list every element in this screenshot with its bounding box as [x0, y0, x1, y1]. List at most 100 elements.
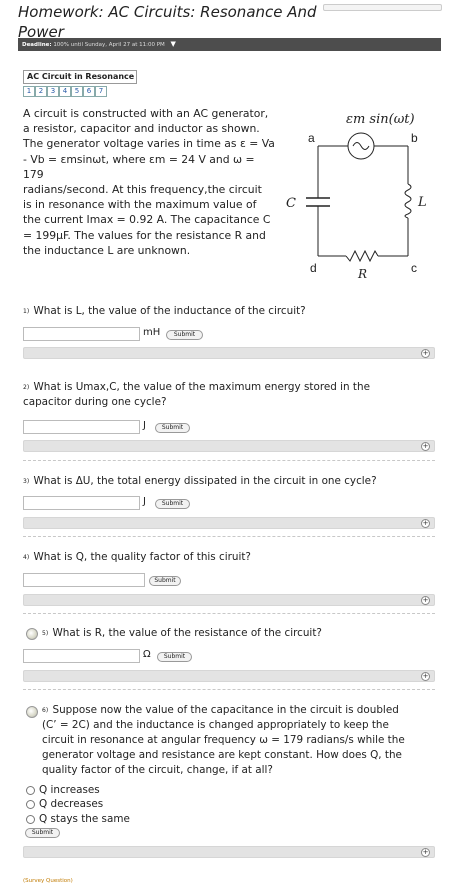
option-label: Q stays the same [39, 813, 130, 825]
page-link[interactable]: 3 [47, 86, 59, 97]
dropdown-caret-icon[interactable]: ▼ [171, 40, 176, 48]
submit-button-3[interactable]: Submit [155, 499, 190, 509]
question-1: 1) What is L, the value of the inductanc… [23, 304, 306, 319]
question-number: 5) [42, 630, 49, 637]
expand-icon[interactable]: + [421, 672, 430, 681]
expand-icon[interactable]: + [421, 596, 430, 605]
problem-line: the current Imax = 0.92 A. The capacitan… [23, 213, 271, 227]
node-a-label: a [308, 131, 315, 145]
answer-input-5[interactable] [23, 649, 140, 663]
resistor-label: R [357, 267, 367, 281]
section-divider [23, 613, 435, 614]
problem-line: radians/second. At this frequency,the ci… [23, 183, 262, 197]
radio-button[interactable] [26, 799, 35, 809]
question-text: (C’ = 2C) and the inductance is changed … [42, 719, 389, 731]
section-divider [23, 536, 435, 537]
node-c-label: c [411, 261, 417, 275]
hint-bar-4[interactable]: + [23, 594, 435, 606]
problem-line: - Vb = εmsinωt, where εm = 24 V and ω = … [23, 152, 255, 181]
hint-bar-2[interactable]: + [23, 440, 435, 452]
expand-icon[interactable]: + [421, 442, 430, 451]
question-text: capacitor during one cycle? [23, 396, 167, 408]
problem-line: = 199μF. The values for the resistance R… [23, 228, 266, 242]
expand-icon[interactable]: + [421, 519, 430, 528]
question-text: What is L, the value of the inductance o… [33, 305, 306, 317]
page-link[interactable]: 5 [71, 86, 83, 97]
question-text: Suppose now the value of the capacitance… [52, 704, 399, 716]
page-link[interactable]: 2 [35, 86, 47, 97]
submit-button-1[interactable]: Submit [166, 330, 203, 340]
page-link[interactable]: 4 [59, 86, 71, 97]
question-text: circuit in resonance at angular frequenc… [42, 734, 405, 746]
option-q-increases[interactable]: Q increases [26, 783, 100, 797]
question-text: What is Q, the quality factor of this ci… [33, 551, 251, 563]
question-2: 2) What is Umax,C, the value of the maxi… [23, 380, 370, 410]
unit-label-2: J [143, 420, 146, 431]
page-title: Homework: AC Circuits: Resonance And Pow… [18, 3, 317, 41]
option-label: Q decreases [39, 798, 104, 810]
radio-button[interactable] [26, 814, 35, 824]
capacitor-label: C [286, 196, 296, 211]
problem-statement: A circuit is constructed with an AC gene… [23, 106, 278, 258]
problem-line: A circuit is constructed with an AC gene… [23, 107, 269, 120]
hint-bar-1[interactable]: + [23, 347, 435, 359]
problem-line: The generator voltage varies in time as … [23, 137, 275, 151]
page-link[interactable]: 1 [23, 86, 35, 97]
question-number: 6) [42, 707, 49, 714]
question-text: What is ΔU, the total energy dissipated … [33, 475, 377, 487]
deadline-bar[interactable]: Deadline: 100% until Sunday, April 27 at… [18, 38, 441, 51]
question-number: 1) [23, 308, 30, 315]
hint-bar-3[interactable]: + [23, 517, 435, 529]
answer-input-2[interactable] [23, 420, 140, 434]
capacitor-icon [306, 197, 330, 207]
deadline-text: 100% until Sunday, April 27 at 11:00 PM [53, 42, 165, 48]
option-q-decreases[interactable]: Q decreases [26, 797, 103, 811]
survey-question-label: (Survey Question) [23, 878, 73, 884]
answer-input-4[interactable] [23, 573, 145, 587]
question-5: 5) What is R, the value of the resistanc… [42, 626, 322, 641]
source-label: εm sin(ωt) [346, 112, 415, 127]
option-q-stays-same[interactable]: Q stays the same [26, 812, 130, 826]
page-link[interactable]: 6 [83, 86, 95, 97]
submit-button-5[interactable]: Submit [157, 652, 192, 662]
node-b-label: b [411, 131, 418, 145]
option-label: Q increases [39, 784, 100, 796]
inductor-label: L [417, 195, 427, 210]
submit-button-6[interactable]: Submit [25, 828, 60, 838]
hint-icon [26, 628, 38, 640]
question-text: What is Umax,C, the value of the maximum… [33, 381, 370, 393]
hint-bar-5[interactable]: + [23, 670, 435, 682]
problem-line: a resistor, capacitor and inductor as sh… [23, 122, 260, 136]
inductor-icon [404, 183, 412, 219]
submit-button-2[interactable]: Submit [155, 423, 190, 433]
circuit-diagram: εm sin(ωt) a b d c C L R [286, 112, 427, 281]
question-text: generator voltage and resistance are kep… [42, 749, 402, 761]
radio-button[interactable] [26, 785, 35, 795]
question-4: 4) What is Q, the quality factor of this… [23, 550, 251, 565]
page-navigation: 1 2 3 4 5 6 7 [23, 86, 107, 97]
expand-icon[interactable]: + [421, 848, 430, 857]
deadline-label: Deadline: [22, 42, 52, 48]
unit-label-5: Ω [143, 649, 151, 660]
question-text: quality factor of the circuit, change, i… [42, 764, 273, 776]
hint-bar-6[interactable]: + [23, 846, 435, 858]
problem-line: the inductance L are unknown. [23, 243, 191, 257]
unit-label-1: mH [143, 327, 161, 338]
question-number: 3) [23, 478, 30, 485]
hint-icon [26, 706, 38, 718]
expand-icon[interactable]: + [421, 349, 430, 358]
resistor-icon [345, 249, 379, 263]
submit-button-4[interactable]: Submit [149, 576, 181, 586]
page-link[interactable]: 7 [95, 86, 107, 97]
problem-line: is in resonance with the maximum value o… [23, 198, 257, 212]
question-3: 3) What is ΔU, the total energy dissipat… [23, 474, 377, 489]
section-divider [23, 460, 435, 461]
answer-input-1[interactable] [23, 327, 140, 341]
unit-label-3: J [143, 496, 146, 507]
question-number: 4) [23, 554, 30, 561]
node-d-label: d [310, 261, 317, 275]
question-6: 6) Suppose now the value of the capacita… [42, 703, 437, 778]
section-title: AC Circuit in Resonance [23, 70, 137, 84]
top-scrollbar[interactable] [323, 4, 442, 11]
answer-input-3[interactable] [23, 496, 140, 510]
